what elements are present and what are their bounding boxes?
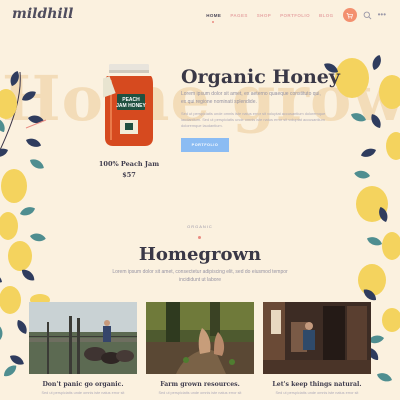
card-description: Sed ut perspiciatis unde omnis iste natu…: [41, 391, 125, 395]
hero-body: Sed ut perspiciatis unde omnis iste natu…: [181, 111, 326, 128]
honey-jar-image: PEACH JAM HONEY: [103, 64, 153, 146]
section-dot: [198, 236, 201, 239]
card-title: Farm grown resources.: [160, 381, 240, 388]
nav-item-blog[interactable]: BLOG: [319, 13, 334, 18]
nav-item-shop[interactable]: SHOP: [257, 13, 271, 18]
jar-label-line2: JAM HONEY: [116, 103, 146, 109]
search-icon[interactable]: [363, 11, 372, 20]
hero-title: Organic Honey: [181, 66, 340, 88]
page: Home grown: [0, 0, 400, 400]
farm-workshop-photo: [263, 302, 371, 374]
section-title: Homegrown: [138, 244, 262, 265]
card-description: Sed ut perspiciatis unde omnis iste natu…: [158, 391, 242, 395]
nav-item-pages[interactable]: PAGES: [230, 13, 247, 18]
feature-card[interactable]: Let's keep things natural. Sed ut perspi…: [263, 302, 371, 395]
nav-item-portfolio[interactable]: PORTFOLIO: [280, 13, 310, 18]
card-title: Don't panic go organic.: [42, 381, 124, 388]
farm-pigs-photo: [29, 302, 137, 374]
card-title: Let's keep things natural.: [272, 381, 362, 388]
nav-item-home[interactable]: HOME: [206, 13, 221, 23]
section-eyebrow: ORGANIC: [187, 224, 213, 229]
more-icon[interactable]: •••: [378, 11, 386, 19]
section-lead: Lorem ipsum dolor sit amet, consectetur …: [112, 269, 288, 283]
cart-button[interactable]: [342, 8, 357, 22]
product-name[interactable]: 100% Peach Jam: [92, 160, 166, 168]
site-logo[interactable]: mildhill: [12, 6, 73, 22]
portfolio-button[interactable]: PORTFOLIO: [181, 138, 229, 152]
card-description: Sed ut perspiciatis unde omnis iste natu…: [275, 391, 359, 395]
product-price: $57: [122, 171, 136, 179]
feature-card[interactable]: Don't panic go organic. Sed ut perspicia…: [29, 302, 137, 395]
feature-card[interactable]: Farm grown resources. Sed ut perspiciati…: [146, 302, 254, 395]
cart-icon: [346, 12, 354, 19]
main-nav: HOME PAGES SHOP PORTFOLIO BLOG •••: [206, 8, 386, 23]
hero-lead: Lorem ipsum dolor sit amet, ex aeterno q…: [181, 91, 321, 105]
farm-soil-photo: [146, 302, 254, 374]
